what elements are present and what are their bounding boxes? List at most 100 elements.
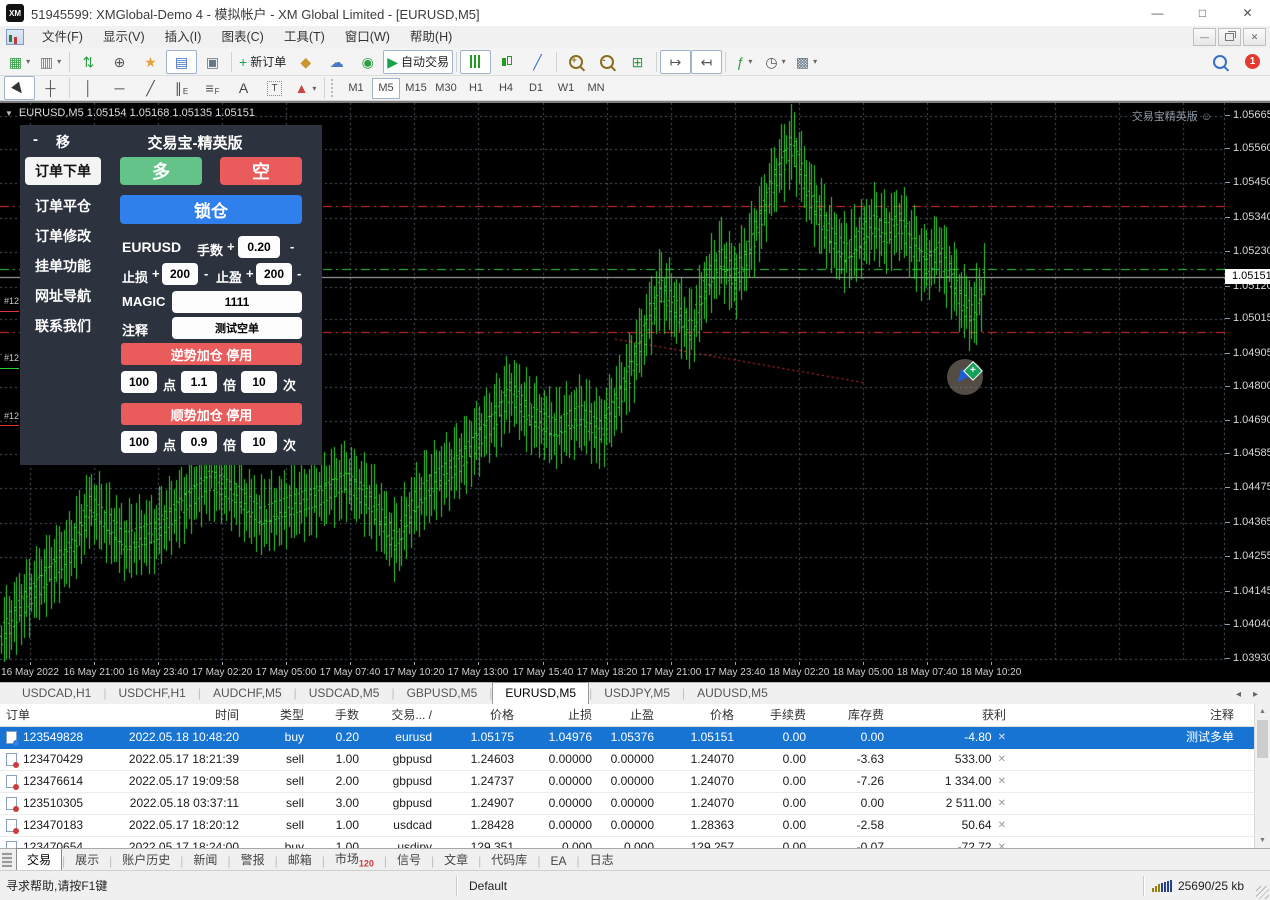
- symbols-button[interactable]: ⇅: [73, 50, 104, 74]
- close-order-button[interactable]: ✕: [998, 837, 1006, 848]
- order-row[interactable]: 1234766142022.05.17 19:09:58sell2.00gbpu…: [0, 771, 1255, 793]
- timeframe-m30[interactable]: M30: [432, 78, 460, 99]
- arrows-tool[interactable]: ▲▾: [290, 76, 321, 100]
- close-order-button[interactable]: ✕: [998, 793, 1006, 814]
- news-horn-icon[interactable]: ◆: [290, 50, 321, 74]
- toolbar-grip[interactable]: [331, 79, 336, 97]
- search-button[interactable]: [1204, 50, 1235, 74]
- chart-shift-button[interactable]: ↤: [691, 50, 722, 74]
- zoom-in-button[interactable]: +: [560, 50, 591, 74]
- candlestick-button[interactable]: [491, 50, 522, 74]
- close-order-button[interactable]: ✕: [998, 771, 1006, 792]
- terminal-tab-2[interactable]: 展示: [65, 849, 109, 870]
- crosshair-target-button[interactable]: ⊕: [104, 50, 135, 74]
- timeframe-h1[interactable]: H1: [462, 78, 490, 99]
- panel-menu-1[interactable]: 订单下单: [25, 157, 101, 185]
- terminal-tab-4[interactable]: 新闻: [183, 849, 227, 870]
- terminal-tab-10[interactable]: 代码库: [481, 849, 537, 870]
- mdi-minimize-button[interactable]: —: [1193, 28, 1216, 46]
- stoploss-input[interactable]: [162, 263, 198, 285]
- trendline-tool[interactable]: ╱: [135, 76, 166, 100]
- text-tool[interactable]: A: [228, 76, 259, 100]
- menu-item-0[interactable]: 文件(F): [32, 26, 93, 48]
- lots-input[interactable]: [238, 236, 280, 258]
- order-row[interactable]: 1235498282022.05.18 10:48:20buy0.20eurus…: [0, 727, 1255, 749]
- terminal-tab-3[interactable]: 账户历史: [112, 849, 180, 870]
- terminal-tab-8[interactable]: 信号: [387, 849, 431, 870]
- profiles-button[interactable]: ▥▾: [35, 50, 66, 74]
- terminal-tab-5[interactable]: 警报: [231, 849, 275, 870]
- notification-badge[interactable]: 1: [1245, 54, 1260, 69]
- counter-times-input[interactable]: [241, 371, 277, 393]
- trend-mult-input[interactable]: [181, 431, 217, 453]
- favorites-button[interactable]: ★: [135, 50, 166, 74]
- panel-menu-2[interactable]: 订单平仓: [25, 195, 101, 217]
- terminal-tab-12[interactable]: 日志: [580, 849, 624, 870]
- counter-trend-add-button[interactable]: 逆势加仓 停用: [121, 343, 302, 365]
- timeframe-m1[interactable]: M1: [342, 78, 370, 99]
- counter-points-input[interactable]: [121, 371, 157, 393]
- close-order-button[interactable]: ✕: [998, 749, 1006, 770]
- terminal-tab-9[interactable]: 文章: [434, 849, 478, 870]
- lots-increase-button[interactable]: +: [227, 239, 235, 254]
- chart-tab-usdcad-h1[interactable]: USDCAD,H1: [10, 683, 103, 704]
- order-row[interactable]: 1234701832022.05.17 18:20:12sell1.00usdc…: [0, 815, 1255, 837]
- order-row[interactable]: 1234704292022.05.17 18:21:39sell1.00gbpu…: [0, 749, 1255, 771]
- line-chart-button[interactable]: ╱: [522, 50, 553, 74]
- scroll-up-button[interactable]: ▲: [1255, 704, 1270, 719]
- mdi-restore-button[interactable]: [1218, 28, 1241, 46]
- terminal-tab-11[interactable]: EA: [540, 852, 576, 870]
- time-axis[interactable]: 16 May 202216 May 21:0016 May 23:4017 Ma…: [0, 662, 1270, 682]
- trend-points-input[interactable]: [121, 431, 157, 453]
- panel-menu-3[interactable]: 订单修改: [25, 225, 101, 247]
- tile-windows-button[interactable]: ⊞: [622, 50, 653, 74]
- resize-grip[interactable]: [1256, 886, 1269, 899]
- fibonacci-tool[interactable]: ≡F: [197, 76, 228, 100]
- terminal-tab-1[interactable]: 交易: [16, 848, 62, 870]
- timeframe-d1[interactable]: D1: [522, 78, 550, 99]
- menu-item-4[interactable]: 工具(T): [274, 26, 335, 48]
- terminal-tab-7[interactable]: 市场120: [325, 848, 384, 870]
- community-icon[interactable]: ☁: [321, 50, 352, 74]
- chart-tab-eurusd-m5[interactable]: EURUSD,M5: [492, 682, 589, 704]
- scroll-thumb[interactable]: [1257, 720, 1268, 758]
- close-order-button[interactable]: ✕: [998, 727, 1006, 748]
- panel-minimize-button[interactable]: -: [33, 131, 38, 148]
- menu-item-3[interactable]: 图表(C): [211, 26, 273, 48]
- periods-button[interactable]: ◷▾: [760, 50, 791, 74]
- data-window-button[interactable]: ▣: [197, 50, 228, 74]
- window-close-button[interactable]: ✕: [1225, 0, 1270, 26]
- timeframe-w1[interactable]: W1: [552, 78, 580, 99]
- auto-trading-button[interactable]: ▶自动交易: [383, 50, 453, 74]
- buy-button[interactable]: 多: [120, 157, 202, 185]
- new-chart-button[interactable]: ▦▾: [4, 50, 35, 74]
- menu-item-6[interactable]: 帮助(H): [400, 26, 462, 48]
- chart-tab-audusd-m5[interactable]: AUDUSD,M5: [685, 683, 780, 704]
- tabs-scroll-left-icon[interactable]: ◂: [1236, 689, 1241, 700]
- panel-move-handle[interactable]: 移: [56, 132, 70, 152]
- price-axis[interactable]: 1.056651.055601.054501.053401.052301.051…: [1225, 103, 1270, 662]
- trend-add-button[interactable]: 顺势加仓 停用: [121, 403, 302, 425]
- menu-item-5[interactable]: 窗口(W): [335, 26, 400, 48]
- trend-times-input[interactable]: [241, 431, 277, 453]
- panel-menu-5[interactable]: 网址导航: [25, 285, 101, 307]
- scroll-down-button[interactable]: ▼: [1255, 833, 1270, 848]
- tabs-scroll-right-icon[interactable]: ▸: [1253, 689, 1258, 700]
- timeframe-m15[interactable]: M15: [402, 78, 430, 99]
- lock-position-button[interactable]: 锁仓: [120, 195, 302, 224]
- chart-tab-gbpusd-m5[interactable]: GBPUSD,M5: [395, 683, 490, 704]
- vertical-line-tool[interactable]: │: [73, 76, 104, 100]
- sl-decrease-button[interactable]: -: [204, 266, 208, 281]
- orders-scrollbar[interactable]: ▲ ▼: [1254, 704, 1270, 848]
- zoom-out-button[interactable]: -: [591, 50, 622, 74]
- window-minimize-button[interactable]: —: [1135, 0, 1180, 26]
- magic-input[interactable]: [172, 291, 302, 313]
- menu-item-2[interactable]: 插入(I): [155, 26, 212, 48]
- sl-increase-button[interactable]: +: [152, 266, 160, 281]
- mdi-close-button[interactable]: ✕: [1243, 28, 1266, 46]
- timeframe-h4[interactable]: H4: [492, 78, 520, 99]
- cursor-tool[interactable]: [4, 76, 35, 100]
- crosshair-tool[interactable]: ┼: [35, 76, 66, 100]
- takeprofit-input[interactable]: [256, 263, 292, 285]
- timeframe-mn[interactable]: MN: [582, 78, 610, 99]
